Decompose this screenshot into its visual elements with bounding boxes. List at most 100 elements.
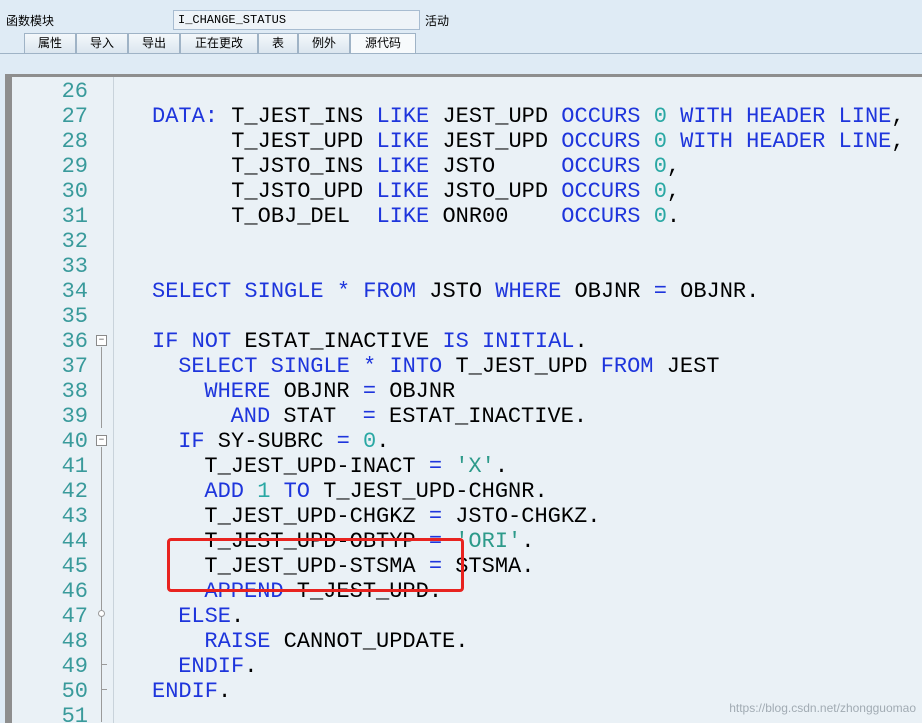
code-line[interactable]: DATA: T_JEST_INS LIKE JEST_UPD OCCURS 0 … — [152, 104, 905, 129]
toolbar-band — [0, 54, 922, 74]
tab-attributes[interactable]: 属性 — [24, 33, 76, 53]
keyword-token: = — [362, 379, 377, 404]
keyword-token: * — [336, 279, 351, 304]
code-token: JSTO-CHGKZ. — [442, 504, 601, 529]
line-number: 47 — [61, 604, 88, 629]
keyword-token: AND — [230, 404, 271, 429]
keyword-token: RAISE — [204, 629, 271, 654]
keyword-token: = — [428, 454, 443, 479]
code-token: T_JSTO_INS — [152, 154, 377, 179]
code-line[interactable]: RAISE CANNOT_UPDATE. — [204, 629, 468, 654]
tab-import[interactable]: 导入 — [76, 33, 128, 53]
collapse-icon[interactable]: − — [96, 335, 107, 346]
keyword-token: WHERE — [204, 379, 271, 404]
number-token: 0 — [640, 104, 681, 129]
code-line[interactable]: AND STAT = ESTAT_INACTIVE. — [231, 404, 587, 429]
line-number-gutter: 26 27 28 29 30 31 32 33 34 35 36 37 38 39 40 41 42 43 44 45… — [12, 77, 88, 723]
line-number: 37 — [61, 354, 88, 379]
tab-tables[interactable]: 表 — [258, 33, 298, 53]
code-editor[interactable]: 26 27 28 29 30 31 32 33 34 35 36 37 38 39 40 41 42 43 44 45… — [12, 77, 922, 723]
keyword-token: LIKE — [376, 129, 430, 154]
code-line[interactable]: ENDIF. — [178, 654, 257, 679]
function-module-name-field[interactable]: I_CHANGE_STATUS — [173, 10, 420, 30]
code-token: . — [494, 454, 509, 479]
tab-strip: 属性 导入 导出 正在更改 表 例外 源代码 — [0, 33, 922, 54]
code-line[interactable]: IF SY-SUBRC = 0. — [178, 429, 389, 454]
keyword-token: LIKE — [376, 179, 430, 204]
function-module-header: 函数模块 I_CHANGE_STATUS 活动 — [0, 0, 922, 32]
code-token: T_JEST_INS — [218, 104, 377, 129]
keyword-token: = — [362, 404, 376, 429]
code-token: . — [376, 429, 390, 454]
tab-export[interactable]: 导出 — [128, 33, 180, 53]
code-line[interactable]: SELECT SINGLE * FROM JSTO WHERE OBJNR = … — [152, 279, 759, 304]
code-line[interactable]: T_OBJ_DEL LIKE ONR00 OCCURS 0. — [152, 204, 680, 229]
code-token: JEST_UPD — [429, 104, 562, 129]
fold-end-tick — [101, 689, 107, 690]
line-number: 28 — [61, 129, 88, 154]
keyword-token: OCCURS — [561, 104, 641, 129]
string-token: 'X' — [455, 454, 495, 479]
code-token: T_OBJ_DEL — [152, 204, 377, 229]
code-line[interactable]: T_JSTO_INS LIKE JSTO OCCURS 0, — [152, 154, 680, 179]
code-token: OBJNR — [376, 379, 456, 404]
code-token: ESTAT_INACTIVE. — [375, 404, 588, 429]
tab-source-code[interactable]: 源代码 — [350, 33, 416, 54]
keyword-token: = — [428, 504, 443, 529]
line-number: 46 — [61, 579, 88, 604]
line-number: 32 — [61, 229, 88, 254]
keyword-token: WHERE — [495, 279, 562, 304]
code-line[interactable]: T_JEST_UPD LIKE JEST_UPD OCCURS 0 WITH H… — [152, 129, 905, 154]
watermark-text: https://blog.csdn.net/zhongguomao — [729, 701, 916, 715]
code-token: , — [891, 104, 905, 129]
fold-marker-icon — [98, 610, 105, 617]
line-number: 34 — [61, 279, 88, 304]
annotation-highlight-box — [167, 538, 464, 592]
line-number: 33 — [61, 254, 88, 279]
code-line[interactable]: T_JSTO_UPD LIKE JSTO_UPD OCCURS 0, — [152, 179, 680, 204]
keyword-token: ENDIF — [178, 654, 245, 679]
keyword-token: OCCURS — [561, 204, 641, 229]
tab-exceptions[interactable]: 例外 — [298, 33, 350, 53]
line-number: 51 — [61, 704, 88, 723]
code-line[interactable]: SELECT SINGLE * INTO T_JEST_UPD FROM JES… — [178, 354, 719, 379]
number-token: 0 — [640, 129, 681, 154]
code-line[interactable]: IF NOT ESTAT_INACTIVE IS INITIAL. — [152, 329, 588, 354]
line-number: 30 — [61, 179, 88, 204]
code-token: CANNOT_UPDATE. — [270, 629, 469, 654]
code-token: . — [521, 529, 535, 554]
code-line[interactable]: T_JEST_UPD-INACT = 'X'. — [204, 454, 508, 479]
keyword-token: = — [336, 429, 350, 454]
fold-end-tick — [101, 664, 107, 665]
line-number: 45 — [61, 554, 88, 579]
line-number: 44 — [61, 529, 88, 554]
keyword-token: ELSE — [178, 604, 231, 629]
collapse-icon[interactable]: − — [96, 435, 107, 446]
code-line[interactable]: WHERE OBJNR = OBJNR — [204, 379, 455, 404]
code-token: , — [891, 129, 905, 154]
line-number: 40 — [61, 429, 88, 454]
function-module-label: 函数模块 — [6, 14, 55, 28]
code-line[interactable]: ENDIF. — [152, 679, 231, 704]
code-text-area[interactable]: DATA: T_JEST_INS LIKE JEST_UPD OCCURS 0 … — [152, 77, 922, 723]
code-line[interactable]: T_JEST_UPD-CHGKZ = JSTO-CHGKZ. — [204, 504, 600, 529]
line-number: 39 — [61, 404, 88, 429]
code-token: JSTO_UPD — [429, 179, 562, 204]
keyword-token: DATA: — [152, 104, 219, 129]
code-line[interactable]: ADD 1 TO T_JEST_UPD-CHGNR. — [204, 479, 547, 504]
line-number: 48 — [61, 629, 88, 654]
code-token: JSTO — [416, 279, 496, 304]
keyword-token: OCCURS — [561, 179, 641, 204]
keyword-token: OCCURS — [561, 154, 641, 179]
tab-changing[interactable]: 正在更改 — [180, 33, 258, 53]
code-line[interactable]: ELSE. — [178, 604, 244, 629]
code-token: . — [244, 654, 258, 679]
keyword-token: = — [653, 279, 667, 304]
code-token: , — [666, 154, 681, 179]
keyword-token: FROM — [363, 279, 417, 304]
code-token: ONR00 — [429, 204, 562, 229]
keyword-token: INTO — [389, 354, 443, 379]
